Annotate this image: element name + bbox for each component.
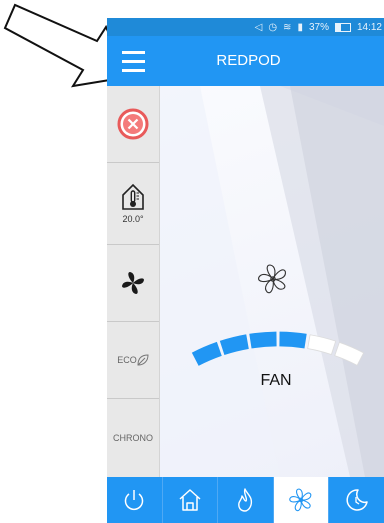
- battery-percent: 37%: [308, 21, 329, 33]
- sidebar-item-fan[interactable]: [107, 245, 159, 322]
- sidebar-chrono-label: CHRONO: [113, 433, 153, 443]
- fan-level-segment[interactable]: [219, 334, 249, 355]
- tab-power[interactable]: [107, 477, 163, 523]
- fan-level-arc: [191, 331, 365, 366]
- tab-fan[interactable]: [273, 477, 330, 523]
- sidebar-temperature-value: 20.0°: [122, 214, 144, 224]
- tab-sleep-timer[interactable]: [329, 477, 384, 523]
- volume-icon: ◁: [254, 21, 263, 33]
- fan-icon: [122, 272, 144, 294]
- tab-home[interactable]: [163, 477, 219, 523]
- sidebar-item-temperature[interactable]: 20.0°: [107, 163, 159, 245]
- fan-level-segment[interactable]: [191, 341, 222, 366]
- bottom-nav: [107, 477, 384, 523]
- app-title: REDPOD: [216, 52, 281, 69]
- status-bar: ◁ ◷ ≋ ▮ 37% 14:12: [107, 18, 384, 36]
- leaf-icon: [137, 354, 149, 366]
- sidebar-item-chrono[interactable]: CHRONO: [107, 399, 159, 477]
- power-off-x-icon: [117, 108, 149, 140]
- home-icon: [179, 489, 201, 511]
- fan-level-segment[interactable]: [307, 334, 337, 355]
- room-thermometer-icon: [122, 183, 144, 210]
- fan-level-segment[interactable]: [334, 341, 365, 366]
- sidebar-eco-label: ECO: [117, 355, 137, 365]
- tab-flame[interactable]: [218, 477, 274, 523]
- hamburger-menu-icon[interactable]: [107, 36, 163, 86]
- battery-icon: [334, 22, 351, 32]
- clock: 14:12: [356, 21, 382, 33]
- signal-icon: ▮: [297, 21, 303, 33]
- sidebar-item-power[interactable]: [107, 86, 159, 163]
- flame-icon: [238, 488, 253, 512]
- mode-label: FAN: [260, 372, 292, 389]
- fan-level-segment[interactable]: [279, 331, 307, 349]
- fan-level-segment[interactable]: [249, 331, 277, 349]
- sidebar: 20.0° ECO CHRONO: [107, 86, 160, 477]
- sidebar-item-eco[interactable]: ECO: [107, 322, 159, 399]
- power-icon: [125, 490, 144, 511]
- alarm-icon: ◷: [268, 21, 278, 33]
- fan-icon: [289, 488, 312, 512]
- moon-clock-icon: [346, 489, 368, 511]
- fan-outline-icon: [258, 264, 286, 294]
- wifi-icon: ≋: [283, 21, 292, 33]
